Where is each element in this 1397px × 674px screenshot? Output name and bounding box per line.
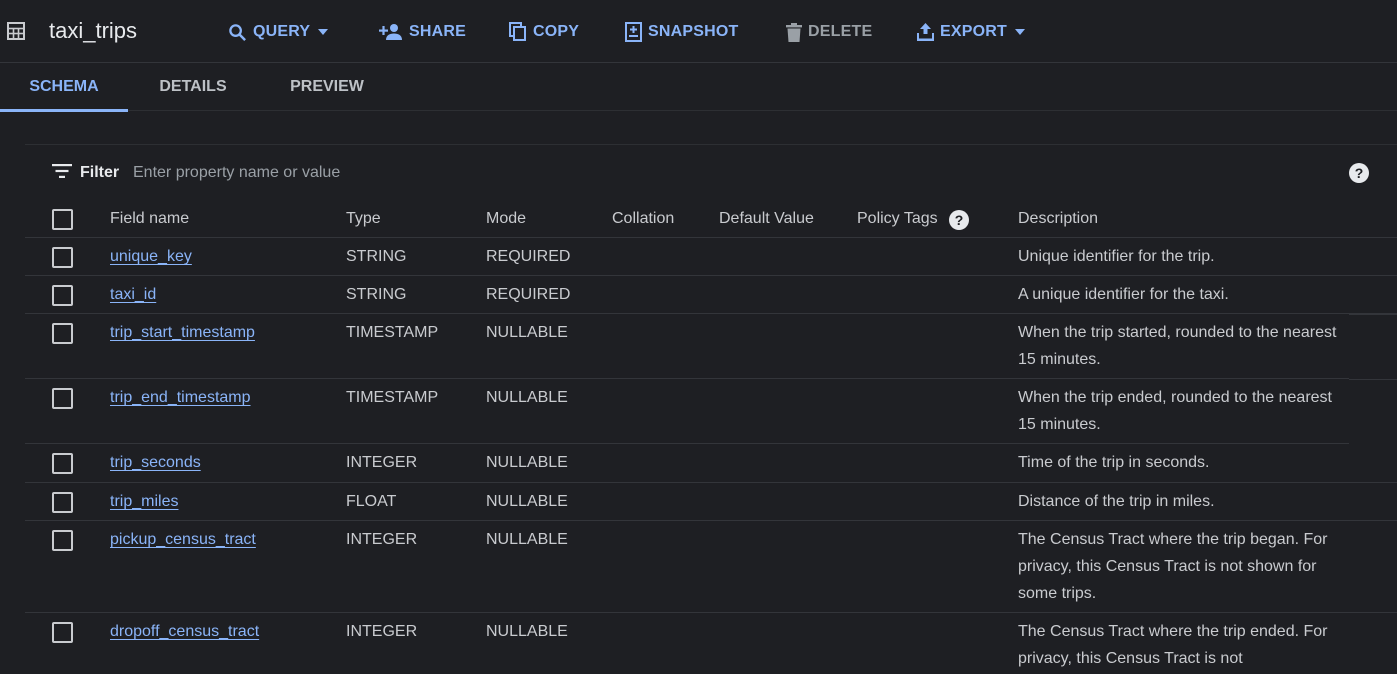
column-header-collation[interactable]: Collation bbox=[612, 205, 674, 232]
upload-icon bbox=[917, 23, 934, 41]
field-name-link[interactable]: trip_miles bbox=[110, 493, 178, 510]
row-checkbox[interactable] bbox=[52, 285, 73, 306]
field-type: TIMESTAMP bbox=[346, 389, 439, 406]
field-description: Unique identifier for the trip. bbox=[1018, 248, 1215, 265]
field-name-link[interactable]: dropoff_census_tract bbox=[110, 623, 259, 640]
field-mode: NULLABLE bbox=[486, 493, 568, 510]
snapshot-button[interactable]: SNAPSHOT bbox=[625, 20, 739, 44]
field-name-link[interactable]: unique_key bbox=[110, 248, 192, 265]
table-header: Field name Type Mode Collation Default V… bbox=[25, 199, 1397, 238]
tab-preview[interactable]: PREVIEW bbox=[280, 63, 374, 111]
row-checkbox[interactable] bbox=[52, 323, 73, 344]
table-row: pickup_census_tract INTEGER NULLABLE The… bbox=[25, 521, 1397, 613]
share-button[interactable]: SHARE bbox=[379, 20, 466, 44]
field-description: When the trip started, rounded to the ne… bbox=[1018, 324, 1337, 368]
person-add-icon bbox=[379, 24, 402, 40]
query-button[interactable]: QUERY bbox=[228, 20, 334, 44]
svg-text:?: ? bbox=[1355, 165, 1364, 181]
row-checkbox[interactable] bbox=[52, 247, 73, 268]
column-header-mode[interactable]: Mode bbox=[486, 205, 526, 232]
share-button-label: SHARE bbox=[409, 23, 467, 40]
filter-input[interactable] bbox=[133, 159, 633, 187]
field-type: STRING bbox=[346, 248, 407, 265]
field-description: Distance of the trip in miles. bbox=[1018, 493, 1215, 510]
column-header-default-value[interactable]: Default Value bbox=[719, 205, 814, 232]
trash-icon bbox=[786, 22, 802, 42]
copy-button[interactable]: COPY bbox=[509, 20, 579, 44]
table-row: trip_end_timestamp TIMESTAMP NULLABLE Wh… bbox=[25, 379, 1397, 444]
tab-bar: SCHEMA DETAILS PREVIEW bbox=[0, 63, 1397, 112]
field-type: INTEGER bbox=[346, 531, 418, 548]
search-icon bbox=[229, 23, 246, 41]
column-header-description[interactable]: Description bbox=[1018, 205, 1098, 232]
column-header-policy-tags[interactable]: Policy Tags bbox=[857, 205, 938, 232]
field-description: A unique identifier for the taxi. bbox=[1018, 286, 1229, 303]
help-icon[interactable]: ? bbox=[1349, 163, 1369, 183]
help-icon[interactable]: ? bbox=[949, 210, 969, 230]
tab-details[interactable]: DETAILS bbox=[150, 63, 236, 111]
field-description: Time of the trip in seconds. bbox=[1018, 454, 1210, 471]
svg-text:?: ? bbox=[955, 212, 964, 228]
field-name-link[interactable]: trip_seconds bbox=[110, 454, 201, 471]
filter-icon bbox=[52, 164, 72, 178]
field-description: The Census Tract where the trip began. F… bbox=[1018, 531, 1328, 602]
toolbar: taxi_trips QUERY SHARE COPY SNAPSHOT DEL… bbox=[0, 0, 1397, 63]
chevron-down-icon bbox=[1015, 29, 1025, 35]
field-name-link[interactable]: taxi_id bbox=[110, 286, 156, 303]
field-type: FLOAT bbox=[346, 493, 397, 510]
field-type: INTEGER bbox=[346, 623, 418, 640]
field-type: STRING bbox=[346, 286, 407, 303]
table-row: trip_start_timestamp TIMESTAMP NULLABLE … bbox=[25, 314, 1397, 379]
field-name-link[interactable]: pickup_census_tract bbox=[110, 531, 256, 548]
schema-table: Field name Type Mode Collation Default V… bbox=[25, 199, 1397, 674]
snapshot-button-label: SNAPSHOT bbox=[648, 23, 739, 40]
table-row: taxi_id STRING REQUIRED A unique identif… bbox=[25, 276, 1397, 314]
row-checkbox[interactable] bbox=[52, 453, 73, 474]
column-header-field-name[interactable]: Field name bbox=[110, 205, 189, 232]
filter-bar: Filter ? bbox=[25, 145, 1397, 199]
table-row: trip_miles FLOAT NULLABLE Distance of th… bbox=[25, 483, 1397, 521]
field-mode: REQUIRED bbox=[486, 248, 571, 265]
tab-schema[interactable]: SCHEMA bbox=[0, 63, 128, 112]
field-mode: NULLABLE bbox=[486, 623, 568, 640]
schema-panel: Filter ? Field name Type Mode Collation … bbox=[25, 144, 1397, 674]
field-name-link[interactable]: trip_start_timestamp bbox=[110, 324, 255, 341]
field-name-link[interactable]: trip_end_timestamp bbox=[110, 389, 251, 406]
field-type: INTEGER bbox=[346, 454, 418, 471]
column-header-type[interactable]: Type bbox=[346, 205, 381, 232]
copy-icon bbox=[509, 22, 526, 41]
delete-button-label: DELETE bbox=[808, 23, 873, 40]
field-mode: NULLABLE bbox=[486, 531, 568, 548]
export-button[interactable]: EXPORT bbox=[917, 20, 1031, 44]
select-all-checkbox[interactable] bbox=[52, 209, 73, 230]
table-icon bbox=[7, 22, 25, 40]
field-mode: NULLABLE bbox=[486, 324, 568, 341]
table-row: unique_key STRING REQUIRED Unique identi… bbox=[25, 238, 1397, 276]
export-button-label: EXPORT bbox=[940, 23, 1007, 40]
row-checkbox[interactable] bbox=[52, 492, 73, 513]
row-checkbox[interactable] bbox=[52, 530, 73, 551]
filter-label: Filter bbox=[80, 164, 120, 181]
chevron-down-icon bbox=[318, 29, 329, 35]
field-description: When the trip ended, rounded to the near… bbox=[1018, 389, 1332, 433]
copy-button-label: COPY bbox=[533, 23, 580, 40]
snapshot-icon bbox=[625, 22, 642, 42]
query-button-label: QUERY bbox=[253, 23, 311, 40]
table-row: dropoff_census_tract INTEGER NULLABLE Th… bbox=[25, 613, 1397, 674]
row-checkbox[interactable] bbox=[52, 622, 73, 643]
field-type: TIMESTAMP bbox=[346, 324, 439, 341]
field-mode: NULLABLE bbox=[486, 389, 568, 406]
field-mode: REQUIRED bbox=[486, 286, 571, 303]
field-mode: NULLABLE bbox=[486, 454, 568, 471]
table-row: trip_seconds INTEGER NULLABLE Time of th… bbox=[25, 444, 1397, 483]
field-description: The Census Tract where the trip ended. F… bbox=[1018, 623, 1328, 667]
page-title: taxi_trips bbox=[49, 18, 138, 43]
row-checkbox[interactable] bbox=[52, 388, 73, 409]
delete-button[interactable]: DELETE bbox=[786, 20, 872, 44]
